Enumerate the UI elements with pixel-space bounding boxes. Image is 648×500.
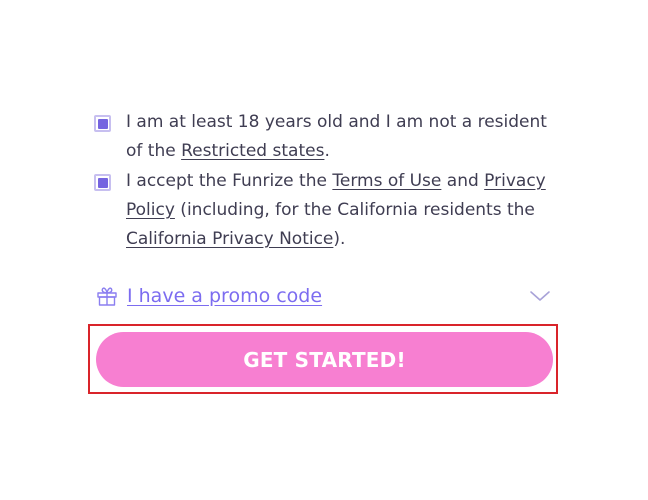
- terms-consent-checkbox[interactable]: [94, 174, 111, 191]
- chevron-down-icon[interactable]: [529, 289, 551, 303]
- terms-text-part-1: I accept the Funrize the: [126, 171, 333, 191]
- terms-text-part-2: and: [441, 171, 485, 191]
- age-consent-text: I am at least 18 years old and I am not …: [126, 108, 551, 166]
- restricted-states-link[interactable]: Restricted states: [181, 141, 324, 161]
- promo-code-toggle[interactable]: I have a promo code: [95, 282, 553, 310]
- promo-code-link[interactable]: I have a promo code: [127, 285, 529, 307]
- gift-icon: [97, 287, 117, 306]
- age-consent-row: I am at least 18 years old and I am not …: [94, 112, 551, 166]
- get-started-button[interactable]: GET STARTED!: [96, 332, 553, 387]
- terms-consent-row: I accept the Funrize the Terms of Use an…: [94, 171, 551, 254]
- checkbox-check-mark: [97, 177, 108, 188]
- terms-consent-text: I accept the Funrize the Terms of Use an…: [126, 167, 551, 254]
- age-consent-checkbox[interactable]: [94, 115, 111, 132]
- age-consent-text-end: .: [324, 141, 330, 161]
- california-privacy-notice-link[interactable]: California Privacy Notice: [126, 229, 333, 249]
- terms-text-part-4: ).: [333, 229, 346, 249]
- terms-text-part-3: (including, for the California residents…: [174, 200, 535, 220]
- checkbox-check-mark: [97, 118, 108, 129]
- terms-of-use-link[interactable]: Terms of Use: [332, 171, 441, 191]
